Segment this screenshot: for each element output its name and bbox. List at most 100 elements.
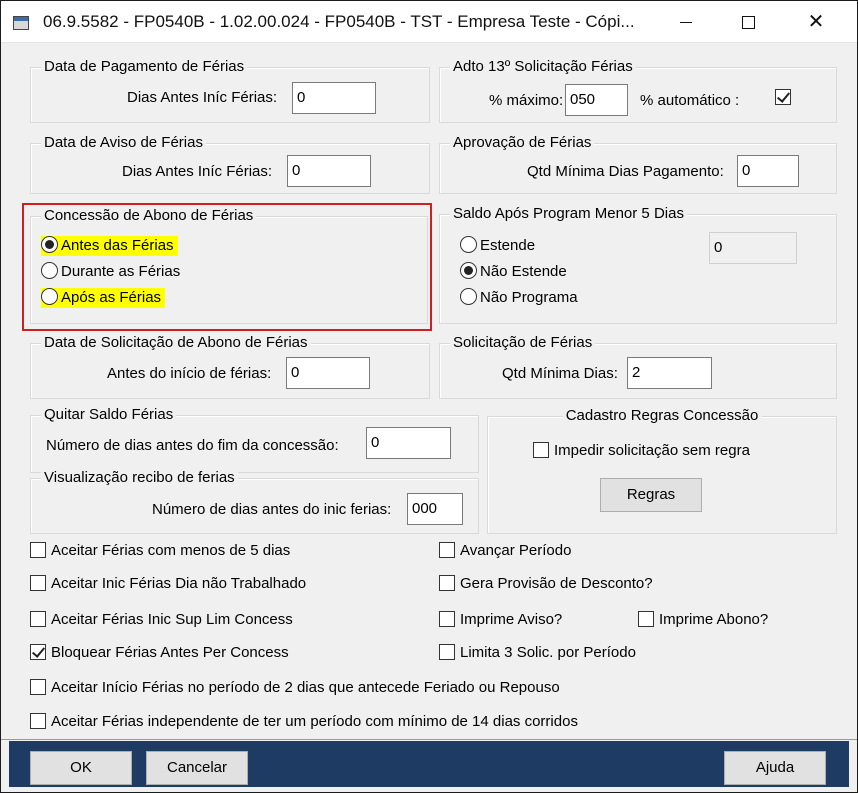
footer-bar (9, 741, 849, 787)
check-aceitar-feriado[interactable]: Aceitar Início Férias no período de 2 di… (30, 679, 560, 699)
solic-abono-input[interactable]: 0 (286, 357, 370, 389)
check-aceitar-14-dias-label: Aceitar Férias independente de ter um pe… (51, 713, 578, 730)
check-avancar-periodo-label: Avançar Período (460, 542, 572, 559)
check-aceitar-sup-lim-label: Aceitar Férias Inic Sup Lim Concess (51, 611, 293, 628)
group-cadastro: Cadastro Regras Concessão Impedir solici… (487, 407, 837, 534)
abono-option-durante[interactable]: Durante as Férias (41, 262, 184, 282)
minimize-button[interactable] (651, 1, 721, 43)
group-solic-abono-legend: Data de Solicitação de Abono de Férias (41, 334, 311, 351)
check-imprime-abono-label: Imprime Abono? (659, 611, 769, 628)
solicitacao-input[interactable]: 2 (627, 357, 712, 389)
saldo-option-nao-estende-label: Não Estende (480, 263, 567, 280)
checkbox-icon (439, 644, 455, 660)
saldo-input[interactable]: 0 (709, 232, 797, 264)
impedir-solicitacao-checkbox[interactable]: Impedir solicitação sem regra (533, 442, 750, 462)
solicitacao-label: Qtd Mínima Dias: (502, 365, 618, 382)
adto-max-label: % máximo: (489, 92, 564, 109)
pagamento-input[interactable]: 0 (292, 82, 376, 114)
check-aceitar-14-dias[interactable]: Aceitar Férias independente de ter um pe… (30, 713, 578, 733)
adto-max-input[interactable]: 050 (565, 84, 628, 116)
check-bloquear-ferias-label: Bloquear Férias Antes Per Concess (51, 644, 289, 661)
check-gera-provisao[interactable]: Gera Provisão de Desconto? (439, 575, 653, 595)
radio-icon (460, 288, 477, 305)
check-imprime-aviso[interactable]: Imprime Aviso? (439, 611, 562, 631)
quitar-input[interactable]: 0 (366, 427, 451, 459)
title-bar[interactable]: 06.9.5582 - FP0540B - 1.02.00.024 - FP05… (1, 1, 857, 43)
check-aceitar-sup-lim[interactable]: Aceitar Férias Inic Sup Lim Concess (30, 611, 293, 631)
group-visualizacao: Visualização recibo de ferias Número de … (30, 469, 479, 534)
adto-auto-checkbox[interactable] (775, 89, 796, 109)
visualizacao-label: Número de dias antes do inic ferias: (152, 501, 392, 518)
regras-button[interactable]: Regras (600, 478, 702, 512)
window-title: 06.9.5582 - FP0540B - 1.02.00.024 - FP05… (43, 12, 635, 31)
group-aviso-legend: Data de Aviso de Férias (41, 134, 206, 151)
saldo-option-nao-estende[interactable]: Não Estende (460, 262, 571, 282)
checkbox-icon (439, 611, 455, 627)
check-avancar-periodo[interactable]: Avançar Período (439, 542, 571, 562)
checkbox-icon (439, 542, 455, 558)
group-quitar: Quitar Saldo Férias Número de dias antes… (30, 406, 479, 473)
visualizacao-input[interactable]: 000 (407, 493, 463, 525)
group-pagamento-legend: Data de Pagamento de Férias (41, 58, 248, 75)
checkbox-icon (30, 542, 46, 558)
aprovacao-label: Qtd Mínima Dias Pagamento: (527, 163, 724, 180)
close-icon: ✕ (807, 11, 825, 33)
checkbox-icon (30, 575, 46, 591)
group-quitar-legend: Quitar Saldo Férias (41, 406, 177, 423)
check-limita-3-solic-label: Limita 3 Solic. por Período (460, 644, 636, 661)
radio-selected-icon (41, 236, 58, 253)
group-pagamento: Data de Pagamento de Férias Dias Antes I… (30, 58, 430, 123)
group-aprovacao: Aprovação de Férias Qtd Mínima Dias Paga… (439, 134, 837, 194)
aviso-input[interactable]: 0 (287, 155, 371, 187)
radio-icon (460, 236, 477, 253)
cancel-button[interactable]: Cancelar (146, 751, 248, 785)
group-saldo-legend: Saldo Após Program Menor 5 Dias (450, 205, 687, 222)
group-solicitacao-legend: Solicitação de Férias (450, 334, 596, 351)
aprovacao-input[interactable]: 0 (737, 155, 799, 187)
maximize-button[interactable] (713, 1, 783, 43)
saldo-option-nao-programa[interactable]: Não Programa (460, 288, 582, 308)
aviso-label: Dias Antes Iníc Férias: (122, 163, 273, 180)
group-solicitacao: Solicitação de Férias Qtd Mínima Dias: 2 (439, 334, 837, 399)
maximize-icon (741, 16, 755, 30)
saldo-option-nao-programa-label: Não Programa (480, 289, 578, 306)
check-aceitar-feriado-label: Aceitar Início Férias no período de 2 di… (51, 679, 560, 696)
group-adto: Adto 13º Solicitação Férias % máximo: 05… (439, 58, 837, 123)
checkbox-icon (439, 575, 455, 591)
checkbox-icon (30, 611, 46, 627)
group-solic-abono: Data de Solicitação de Abono de Férias A… (30, 334, 430, 399)
check-icon (30, 644, 46, 660)
abono-option-antes[interactable]: Antes das Férias (41, 236, 178, 256)
check-aceitar-dia-nao-trabalhado[interactable]: Aceitar Inic Férias Dia não Trabalhado (30, 575, 306, 595)
saldo-option-estende[interactable]: Estende (460, 236, 539, 256)
group-saldo: Saldo Após Program Menor 5 Dias Estende … (439, 205, 837, 324)
abono-option-antes-label: Antes das Férias (61, 237, 174, 254)
abono-option-apos[interactable]: Após as Férias (41, 288, 166, 308)
group-adto-legend: Adto 13º Solicitação Férias (450, 58, 636, 75)
radio-icon (41, 262, 58, 279)
group-visualizacao-legend: Visualização recibo de ferias (41, 469, 238, 486)
check-icon (775, 89, 791, 105)
ok-button[interactable]: OK (30, 751, 132, 785)
check-limita-3-solic[interactable]: Limita 3 Solic. por Período (439, 644, 636, 664)
impedir-solicitacao-label: Impedir solicitação sem regra (554, 442, 750, 459)
radio-icon (41, 288, 58, 305)
check-aceitar-menos-5[interactable]: Aceitar Férias com menos de 5 dias (30, 542, 290, 562)
minimize-icon (680, 22, 692, 24)
app-icon (13, 16, 29, 30)
group-cadastro-legend: Cadastro Regras Concessão (562, 407, 762, 424)
footer-divider (1, 739, 857, 740)
checkbox-icon (533, 442, 549, 458)
check-aceitar-dia-nao-trabalhado-label: Aceitar Inic Férias Dia não Trabalhado (51, 575, 307, 592)
radio-selected-icon (460, 262, 477, 279)
group-abono-legend: Concessão de Abono de Férias (41, 207, 257, 224)
check-bloquear-ferias[interactable]: Bloquear Férias Antes Per Concess (30, 644, 289, 664)
check-imprime-abono[interactable]: Imprime Abono? (638, 611, 768, 631)
close-button[interactable]: ✕ (781, 1, 851, 43)
quitar-label: Número de dias antes do fim da concessão… (46, 437, 339, 454)
adto-auto-label: % automático : (640, 92, 740, 109)
saldo-option-estende-label: Estende (480, 237, 536, 254)
help-button[interactable]: Ajuda (724, 751, 826, 785)
checkbox-icon (30, 679, 46, 695)
checkbox-icon (30, 713, 46, 729)
